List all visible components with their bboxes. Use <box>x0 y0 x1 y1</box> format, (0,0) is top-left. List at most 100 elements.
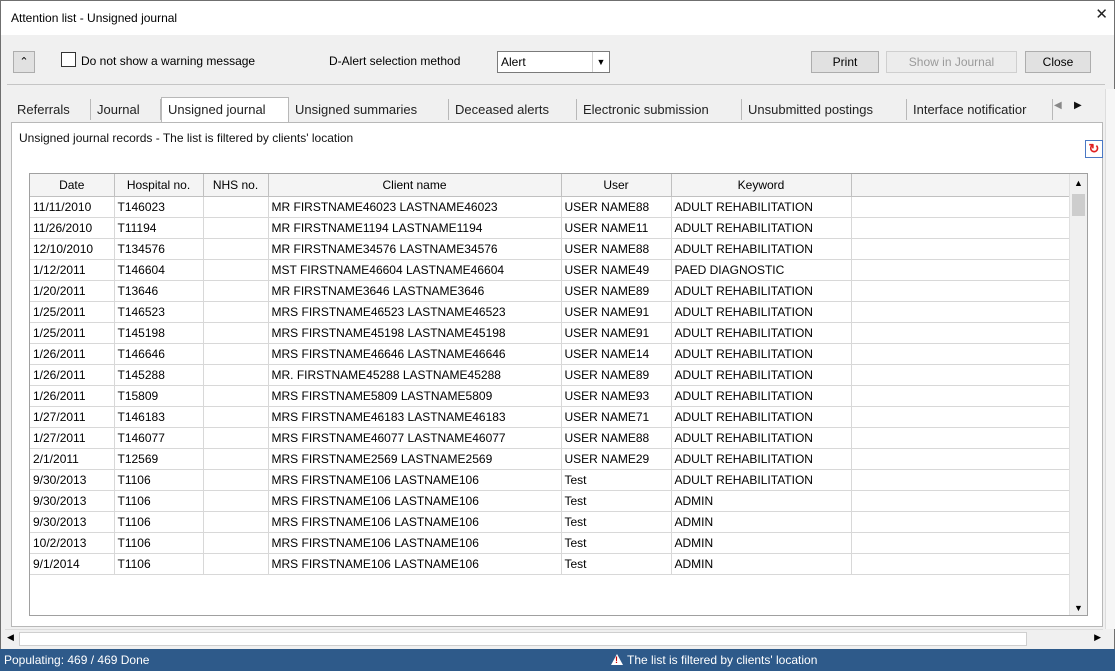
cell-keyword: PAED DIAGNOSTIC <box>671 259 852 281</box>
cell-user: USER NAME93 <box>561 385 672 407</box>
table-row[interactable]: 9/30/2013 T1106 MRS FIRSTNAME106 LASTNAME1… <box>30 490 1071 512</box>
table-row[interactable]: 9/30/2013 T1106 MRS FIRSTNAME106 LASTNAME1… <box>30 511 1071 533</box>
cell-hospital-no: T146523 <box>114 301 204 323</box>
horizontal-scrollbar[interactable]: ◀ ▶ <box>5 629 1103 646</box>
cell-nhs-no <box>203 511 269 533</box>
cell-client-name: MRS FIRSTNAME46183 LASTNAME46183 <box>268 406 562 428</box>
cell-hospital-no: T15809 <box>114 385 204 407</box>
table-row[interactable]: 1/25/2011 T145198 MRS FIRSTNAME45198 LASTN… <box>30 322 1071 344</box>
chevron-down-icon[interactable]: ▼ <box>592 52 609 72</box>
title-bar: Attention list - Unsigned journal ✕ <box>1 1 1114 35</box>
cell-user: Test <box>561 553 672 575</box>
cell-filler <box>851 217 1071 239</box>
alert-method-select[interactable]: Alert ▼ <box>497 51 610 73</box>
table-row[interactable]: 11/26/2010 T11194 MR FIRSTNAME1194 LASTNAM… <box>30 217 1071 239</box>
cell-filler <box>851 280 1071 302</box>
cell-hospital-no: T13646 <box>114 280 204 302</box>
cell-date: 1/26/2011 <box>30 385 115 407</box>
table-row[interactable]: 9/1/2014 T1106 MRS FIRSTNAME106 LASTNAME10… <box>30 553 1071 575</box>
journal-table: Date Hospital no. NHS no. Client name Us… <box>29 173 1088 616</box>
table-row[interactable]: 1/26/2011 T15809 MRS FIRSTNAME5809 LASTNAM… <box>30 385 1071 407</box>
tab-referrals[interactable]: Referrals <box>11 99 91 120</box>
table-row[interactable]: 1/26/2011 T146646 MRS FIRSTNAME46646 LASTN… <box>30 343 1071 365</box>
cell-nhs-no <box>203 238 269 260</box>
column-header-nhs-no[interactable]: NHS no. <box>203 174 269 197</box>
window-vertical-scrollbar[interactable] <box>1105 89 1115 629</box>
column-header-user[interactable]: User <box>561 174 672 197</box>
tab-electronic-submission[interactable]: Electronic submission <box>577 99 742 120</box>
tab-interface-notifications[interactable]: Interface notificatior <box>907 99 1053 120</box>
table-row[interactable]: 1/27/2011 T146183 MRS FIRSTNAME46183 LASTN… <box>30 406 1071 428</box>
tab-scroll-left-icon[interactable]: ◀ <box>1054 100 1062 111</box>
cell-filler <box>851 343 1071 365</box>
cell-user: USER NAME11 <box>561 217 672 239</box>
column-header-date[interactable]: Date <box>30 174 115 197</box>
column-header-keyword[interactable]: Keyword <box>671 174 852 197</box>
no-warning-checkbox[interactable] <box>61 52 76 67</box>
column-header-hospital-no[interactable]: Hospital no. <box>114 174 204 197</box>
window-close-icon[interactable]: ✕ <box>1095 7 1108 22</box>
cell-date: 1/25/2011 <box>30 301 115 323</box>
horizontal-scroll-thumb[interactable] <box>19 632 1027 646</box>
cell-filler <box>851 301 1071 323</box>
cell-keyword: ADULT REHABILITATION <box>671 343 852 365</box>
cell-user: USER NAME91 <box>561 322 672 344</box>
cell-date: 9/30/2013 <box>30 490 115 512</box>
table-scroll-thumb[interactable] <box>1072 194 1085 216</box>
tab-deceased-alerts[interactable]: Deceased alerts <box>449 99 577 120</box>
close-button[interactable]: Close <box>1025 51 1091 73</box>
status-filter-text: The list is filtered by clients' locatio… <box>627 653 818 667</box>
scroll-down-icon[interactable]: ▼ <box>1074 603 1083 613</box>
table-row[interactable]: 10/2/2013 T1106 MRS FIRSTNAME106 LASTNAME1… <box>30 532 1071 554</box>
cell-keyword: ADULT REHABILITATION <box>671 469 852 491</box>
cell-filler <box>851 322 1071 344</box>
cell-keyword: ADMIN <box>671 553 852 575</box>
cell-client-name: MRS FIRSTNAME106 LASTNAME106 <box>268 490 562 512</box>
cell-date: 9/1/2014 <box>30 553 115 575</box>
cell-filler <box>851 238 1071 260</box>
cell-filler <box>851 385 1071 407</box>
cell-keyword: ADULT REHABILITATION <box>671 280 852 302</box>
tab-unsubmitted-postings[interactable]: Unsubmitted postings <box>742 99 907 120</box>
table-row[interactable]: 1/25/2011 T146523 MRS FIRSTNAME46523 LASTN… <box>30 301 1071 323</box>
cell-keyword: ADULT REHABILITATION <box>671 364 852 386</box>
journal-table-body: Date Hospital no. NHS no. Client name Us… <box>30 174 1071 575</box>
column-header-client-name[interactable]: Client name <box>268 174 562 197</box>
cell-client-name: MRS FIRSTNAME2569 LASTNAME2569 <box>268 448 562 470</box>
tab-unsigned-journal[interactable]: Unsigned journal <box>161 97 289 122</box>
print-button[interactable]: Print <box>811 51 879 73</box>
show-in-journal-button[interactable]: Show in Journal <box>886 51 1017 73</box>
collapse-button[interactable]: ⌃ <box>13 51 35 73</box>
table-row[interactable]: 1/26/2011 T145288 MR. FIRSTNAME45288 LASTN… <box>30 364 1071 386</box>
table-row[interactable]: 1/12/2011 T146604 MST FIRSTNAME46604 LASTN… <box>30 259 1071 281</box>
table-row[interactable]: 12/10/2010 T134576 MR FIRSTNAME34576 LASTN… <box>30 238 1071 260</box>
cell-user: Test <box>561 532 672 554</box>
cell-hospital-no: T134576 <box>114 238 204 260</box>
table-row[interactable]: 2/1/2011 T12569 MRS FIRSTNAME2569 LASTNAME… <box>30 448 1071 470</box>
table-vertical-scrollbar[interactable]: ▲ ▼ <box>1069 174 1087 615</box>
table-row[interactable]: 11/11/2010 T146023 MR FIRSTNAME46023 LASTN… <box>30 196 1071 218</box>
tab-journal[interactable]: Journal <box>91 99 161 120</box>
scroll-up-icon[interactable]: ▲ <box>1074 178 1083 188</box>
cell-hospital-no: T146023 <box>114 196 204 218</box>
table-row[interactable]: 1/27/2011 T146077 MRS FIRSTNAME46077 LASTN… <box>30 427 1071 449</box>
tab-unsigned-summaries[interactable]: Unsigned summaries <box>289 99 449 120</box>
cell-user: USER NAME29 <box>561 448 672 470</box>
scroll-right-icon[interactable]: ▶ <box>1094 632 1101 643</box>
table-row[interactable]: 9/30/2013 T1106 MRS FIRSTNAME106 LASTNAME1… <box>30 469 1071 491</box>
cell-keyword: ADULT REHABILITATION <box>671 427 852 449</box>
cell-hospital-no: T146183 <box>114 406 204 428</box>
tab-scroll-right-icon[interactable]: ▶ <box>1074 100 1082 111</box>
cell-filler <box>851 364 1071 386</box>
refresh-icon[interactable]: ↻ <box>1085 140 1103 158</box>
scroll-left-icon[interactable]: ◀ <box>7 632 14 643</box>
cell-keyword: ADULT REHABILITATION <box>671 406 852 428</box>
cell-client-name: MRS FIRSTNAME5809 LASTNAME5809 <box>268 385 562 407</box>
cell-date: 1/20/2011 <box>30 280 115 302</box>
cell-nhs-no <box>203 469 269 491</box>
cell-keyword: ADULT REHABILITATION <box>671 196 852 218</box>
cell-client-name: MRS FIRSTNAME46523 LASTNAME46523 <box>268 301 562 323</box>
table-row[interactable]: 1/20/2011 T13646 MR FIRSTNAME3646 LASTNAME… <box>30 280 1071 302</box>
cell-client-name: MRS FIRSTNAME46646 LASTNAME46646 <box>268 343 562 365</box>
cell-filler <box>851 511 1071 533</box>
